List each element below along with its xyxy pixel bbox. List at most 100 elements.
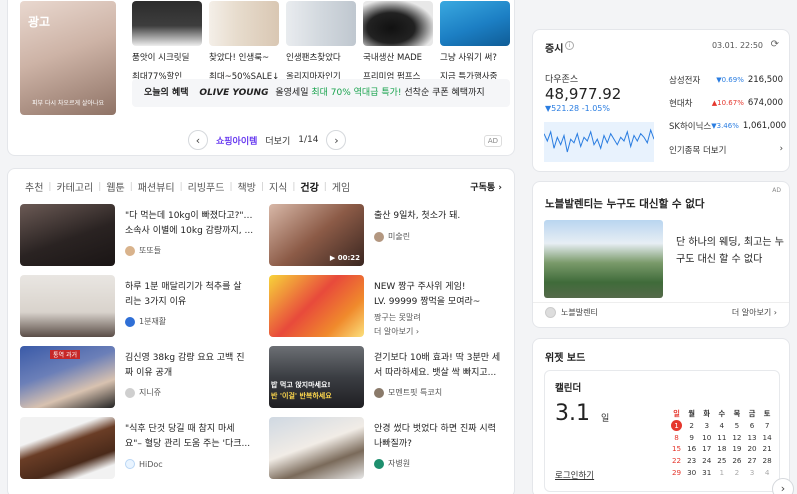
pager-more[interactable]: 더보기 <box>265 134 290 147</box>
pager-title[interactable]: 쇼핑아이템 <box>216 134 257 147</box>
benefit-text-2: 선착순 쿠폰 혜택까지 <box>404 88 485 98</box>
shopping-main-image[interactable]: 광고 피부 다시 차오르게 살아나요 <box>20 1 116 115</box>
learn-more-link[interactable]: 더 알아보기 › <box>374 326 419 337</box>
info-icon[interactable]: i <box>565 41 574 50</box>
calendar-day[interactable]: 14 <box>760 432 775 444</box>
feed-item[interactable]: 하루 1분 매달리기가 척추를 살 리는 3가지 이유 1분재활 <box>20 275 256 337</box>
refresh-icon[interactable]: ⟳ <box>771 39 779 50</box>
login-link[interactable]: 로그인하기 <box>555 469 594 481</box>
popular-stocks-link[interactable]: 인기종목 더보기 › <box>669 144 783 156</box>
calendar-day[interactable]: 27 <box>744 455 759 467</box>
feed-thumbnail <box>269 275 364 337</box>
feed-item[interactable]: 밥 먹고 앉지마세요! 반 '이걸' 반복하세요 걷기보다 10배 효과! 딱 … <box>269 346 505 408</box>
feed-item[interactable]: "다 먹는데 10kg이 빠졌다고?"… 소속사 이별에 10kg 감량까지, .… <box>20 204 256 266</box>
calendar-date: 3.1 <box>555 401 590 426</box>
calendar-day[interactable]: 12 <box>729 432 744 444</box>
calendar-day[interactable]: 10 <box>699 432 714 444</box>
product-card[interactable]: 국내생산 MADE 프리미엄 펌프스 <box>363 1 433 84</box>
tab-knowledge[interactable]: 지식 <box>264 179 292 194</box>
calendar-day[interactable]: 1 <box>714 467 729 479</box>
tab-webtoon[interactable]: 웹툰 <box>101 179 129 194</box>
calendar-day[interactable]: 22 <box>669 455 684 467</box>
calendar-weekday-label: 금 <box>748 409 756 418</box>
calendar-day[interactable]: 23 <box>684 455 699 467</box>
calendar-day[interactable]: 13 <box>744 432 759 444</box>
stock-name: 삼성전자 <box>669 76 701 86</box>
feed-item[interactable]: "식후 단것 당길 때 참지 마세 요"– 혈당 관리 도움 주는 '다크... … <box>20 417 256 479</box>
calendar-day[interactable]: 15 <box>669 443 684 455</box>
ad-source[interactable]: 노블발렌티 <box>545 307 598 318</box>
feed-title-line: 소속사 이별에 10kg 감량까지, ... <box>125 226 254 236</box>
product-card[interactable]: 품앗이 시크릿딜 최대77%할인 <box>132 1 202 84</box>
calendar-day[interactable]: 19 <box>729 443 744 455</box>
tab-books[interactable]: 책방 <box>232 179 260 194</box>
calendar-day[interactable]: 7 <box>760 420 775 432</box>
calendar-day[interactable]: 11 <box>714 432 729 444</box>
chevron-left-icon: ‹ <box>195 133 201 147</box>
next-page-button[interactable]: › <box>326 130 347 150</box>
calendar-widget[interactable]: 캘린더 3.1 일 로그인하기 일 월 화 수 목 금 토 1 2 3 4 5 6 7 8 9 10 11 12 13… <box>544 370 780 492</box>
calendar-day[interactable]: 17 <box>699 443 714 455</box>
ad-text[interactable]: 단 하나의 웨딩, 최고는 누구도 대신 할 수 없다 <box>676 234 786 268</box>
calendar-day[interactable]: 26 <box>729 455 744 467</box>
calendar-day[interactable]: 30 <box>684 467 699 479</box>
calendar-day[interactable]: 24 <box>699 455 714 467</box>
novel-ad-card[interactable]: AD 노블발렌티는 누구도 대신할 수 없다 단 하나의 웨딩, 최고는 누구도… <box>532 181 790 328</box>
tab-living-food[interactable]: 리빙푸드 <box>183 179 230 194</box>
ad-image[interactable] <box>544 220 663 298</box>
calendar-day[interactable]: 31 <box>699 467 714 479</box>
tab-fashion-beauty[interactable]: 패션뷰티 <box>133 179 180 194</box>
feed-title-line: 서 따라하세요. 뱃살 싹 빠지고... <box>374 368 497 378</box>
feed-thumbnail <box>269 417 364 479</box>
feed-item[interactable]: NEW 짱구 주사위 게임! LV. 99999 짱먹을 모여라~ 짱구는 못말려… <box>269 275 505 337</box>
calendar-day[interactable]: 2 <box>729 467 744 479</box>
stock-row[interactable]: 삼성전자 ▼0.69% 216,500 <box>669 74 783 86</box>
calendar-today[interactable]: 1 <box>669 419 684 432</box>
tab-health[interactable]: 건강 <box>295 179 323 194</box>
stock-row[interactable]: SK하이닉스 ▼3.46% 1,061,000 <box>669 120 786 132</box>
calendar-day[interactable]: 5 <box>729 420 744 432</box>
stock-name: SK하이닉스 <box>669 122 712 132</box>
calendar-day[interactable]: 4 <box>760 467 775 479</box>
brand-logo: OLIVE YOUNG <box>199 88 269 98</box>
calendar-day[interactable]: 4 <box>714 420 729 432</box>
feed-item[interactable]: 통역 과거 김신영 38kg 감량 요요 고백 진짜 이유 공개 지니쥬 <box>20 346 256 408</box>
chevron-right-icon: › <box>498 183 502 193</box>
product-card[interactable]: 인생팬츠찾았다 올리지마자인기 <box>286 1 356 84</box>
learn-more-link[interactable]: 더 알아보기 › <box>732 307 777 318</box>
calendar-day[interactable]: 29 <box>669 467 684 479</box>
subscribe-link[interactable]: 구독통 › <box>470 180 502 193</box>
calendar-day[interactable]: 9 <box>684 432 699 444</box>
prev-page-button[interactable]: ‹ <box>188 130 208 150</box>
calendar-day[interactable]: 6 <box>744 420 759 432</box>
product-title: 품앗이 시크릿딜 <box>132 53 190 63</box>
product-title: 그냥 사워기 써? <box>440 53 497 63</box>
next-widget-button[interactable]: › <box>772 478 794 494</box>
benefit-text: 올영세일 <box>275 88 309 98</box>
calendar-day[interactable]: 3 <box>699 420 714 432</box>
calendar-day[interactable]: 2 <box>684 420 699 432</box>
today-benefit-banner[interactable]: 오늘의 혜택 OLIVE YOUNG 올영세일 최대 70% 역대급 특가! 선… <box>132 79 510 107</box>
index-name[interactable]: 다우존스 <box>545 72 578 85</box>
calendar-day[interactable]: 16 <box>684 443 699 455</box>
stock-row[interactable]: 현대차 ▲10.67% 674,000 <box>669 97 783 109</box>
index-change: ▼521.28 -1.05% <box>545 104 610 113</box>
feed-item[interactable]: ▶ 00:22 출산 9일차, 첫소가 돼. 미술린 <box>269 204 505 266</box>
calendar-day[interactable]: 8 <box>669 432 684 444</box>
calendar-day[interactable]: 21 <box>760 443 775 455</box>
calendar-day[interactable]: 20 <box>744 443 759 455</box>
calendar-day[interactable]: 28 <box>760 455 775 467</box>
calendar-grid: 일 월 화 수 목 금 토 1 2 3 4 5 6 7 8 9 10 11 12 13 14 15 16 17 18 19 20 21… <box>669 408 775 479</box>
feed-thumbnail: 통역 과거 <box>20 346 115 408</box>
shopping-pager: ‹ 쇼핑아이템 더보기 1/14 › <box>188 130 347 150</box>
feed-item[interactable]: 안경 썼다 벗었다 하면 진짜 시력 나빠질까? 자병원 <box>269 417 505 479</box>
calendar-day[interactable]: 18 <box>714 443 729 455</box>
tab-category[interactable]: 카테고리 <box>51 179 98 194</box>
ad-title[interactable]: 노블발렌티는 누구도 대신할 수 없다 <box>545 196 705 211</box>
product-card[interactable]: 그냥 사워기 써? 지금 특가행사중 <box>440 1 510 84</box>
calendar-day[interactable]: 25 <box>714 455 729 467</box>
calendar-day[interactable]: 3 <box>744 467 759 479</box>
product-card[interactable]: 찾았다! 인생룩~ 최대~50%SALE↓ <box>209 1 279 84</box>
tab-recommend[interactable]: 추천 <box>20 179 48 194</box>
tab-game[interactable]: 게임 <box>327 179 355 194</box>
